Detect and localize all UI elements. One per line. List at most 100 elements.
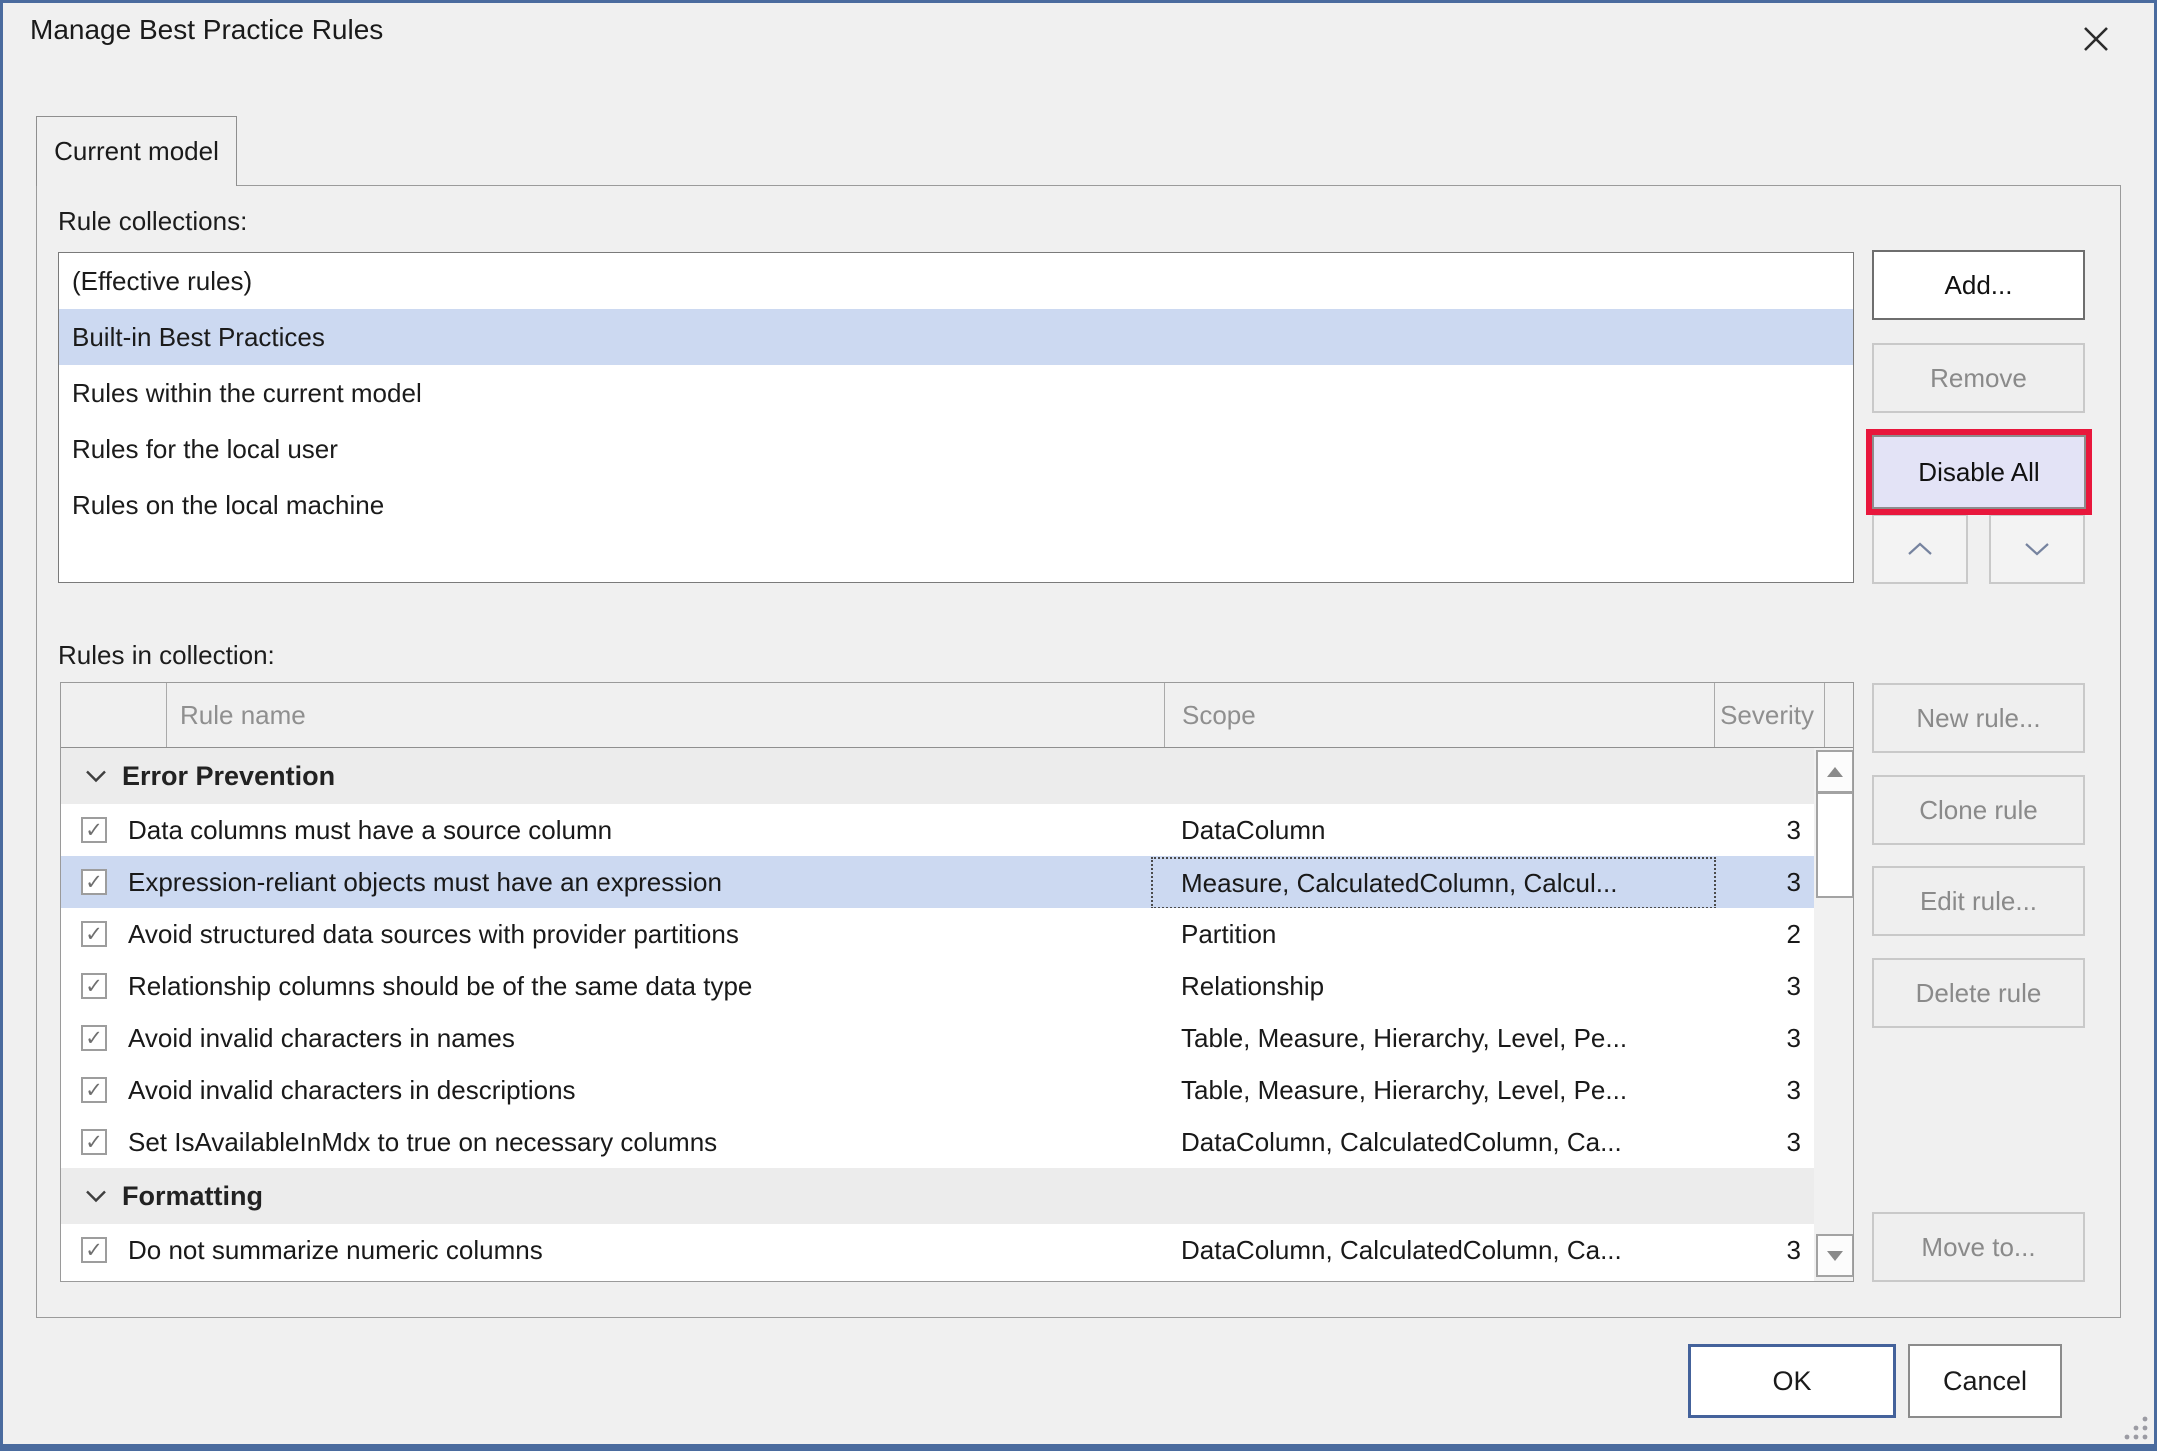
rules-table-body: Error Prevention ✓ Data columns must hav…: [61, 748, 1814, 1281]
rule-severity: 3: [1684, 1064, 1801, 1116]
collection-list-item-label: Rules within the current model: [72, 378, 422, 408]
rules-table: Rule name Scope Severity Error Preventio…: [60, 682, 1854, 1282]
checkmark-icon: ✓: [85, 1080, 103, 1101]
manage-best-practice-rules-dialog: Manage Best Practice Rules Current model…: [0, 0, 2157, 1451]
rule-scope: Measure, CalculatedColumn, Calcul...: [1151, 857, 1716, 909]
rule-row[interactable]: ✓ Avoid invalid characters in descriptio…: [61, 1064, 1814, 1116]
rule-name: Avoid invalid characters in names: [128, 1012, 515, 1064]
rule-group-title: Error Prevention: [122, 748, 335, 804]
rule-row[interactable]: ✓ Avoid invalid characters in names Tabl…: [61, 1012, 1814, 1064]
add-button[interactable]: Add...: [1872, 250, 2085, 320]
chevron-down-icon[interactable]: [85, 1189, 107, 1203]
edit-rule-button[interactable]: Edit rule...: [1872, 866, 2085, 936]
delete-rule-button[interactable]: Delete rule: [1872, 958, 2085, 1028]
rule-scope: DataColumn: [1151, 804, 1714, 856]
collection-list-item-label: Rules for the local user: [72, 434, 338, 464]
triangle-up-icon: [1826, 766, 1844, 778]
rule-group-row[interactable]: Error Prevention: [61, 748, 1814, 804]
rule-enabled-checkbox[interactable]: ✓: [81, 1237, 107, 1263]
resize-grip-icon[interactable]: [2122, 1414, 2150, 1442]
chevron-up-icon: [1906, 541, 1934, 557]
tab-label: Current model: [54, 136, 219, 167]
scrollbar-thumb[interactable]: [1816, 792, 1854, 898]
checkmark-icon: ✓: [85, 976, 103, 997]
rule-severity: 2: [1684, 908, 1801, 960]
checkmark-icon: ✓: [85, 872, 103, 893]
triangle-down-icon: [1826, 1250, 1844, 1262]
rule-enabled-checkbox[interactable]: ✓: [81, 817, 107, 843]
dialog-title: Manage Best Practice Rules: [30, 14, 383, 46]
collection-list-item[interactable]: (Effective rules): [59, 253, 1853, 309]
rule-group-title: Formatting: [122, 1168, 263, 1224]
close-button[interactable]: [2072, 16, 2120, 62]
collection-list-item-label: Rules on the local machine: [72, 490, 384, 520]
rule-name: Relationship columns should be of the sa…: [128, 960, 752, 1012]
collection-list-item-label: Built-in Best Practices: [72, 322, 325, 352]
rule-group-row[interactable]: Formatting: [61, 1168, 1814, 1224]
rules-table-header: Rule name Scope Severity: [61, 683, 1853, 748]
rule-enabled-checkbox[interactable]: ✓: [81, 869, 107, 895]
rule-scope: Relationship: [1151, 960, 1714, 1012]
collection-list-item-label: (Effective rules): [72, 266, 252, 296]
rule-name: Avoid structured data sources with provi…: [128, 908, 739, 960]
rule-row[interactable]: ✓ Avoid structured data sources with pro…: [61, 908, 1814, 960]
rule-severity: 3: [1684, 804, 1801, 856]
collection-list-item[interactable]: Rules for the local user: [59, 421, 1853, 477]
collection-list-item[interactable]: Built-in Best Practices: [59, 309, 1853, 365]
disable-all-button[interactable]: Disable All: [1872, 435, 2086, 509]
rule-enabled-checkbox[interactable]: ✓: [81, 1025, 107, 1051]
column-header-scope[interactable]: Scope: [1152, 683, 1715, 747]
scroll-down-button[interactable]: [1816, 1234, 1854, 1277]
chevron-down-icon[interactable]: [85, 769, 107, 783]
column-header-checkbox: [61, 683, 167, 747]
checkmark-icon: ✓: [85, 1028, 103, 1049]
rule-scope: DataColumn, CalculatedColumn, Ca...: [1151, 1116, 1714, 1168]
column-header-severity[interactable]: Severity: [1685, 683, 1825, 747]
checkmark-icon: ✓: [85, 1132, 103, 1153]
rule-severity: 3: [1684, 960, 1801, 1012]
rule-scope: DataColumn, CalculatedColumn, Ca...: [1151, 1224, 1714, 1276]
rule-scope: Table, Measure, Hierarchy, Level, Pe...: [1151, 1064, 1714, 1116]
checkmark-icon: ✓: [85, 1240, 103, 1261]
rule-name: Data columns must have a source column: [128, 804, 612, 856]
rule-severity: 3: [1684, 856, 1801, 908]
rule-row[interactable]: ✓ Data columns must have a source column…: [61, 804, 1814, 856]
rule-row[interactable]: ✓ Relationship columns should be of the …: [61, 960, 1814, 1012]
collections-listbox[interactable]: (Effective rules) Built-in Best Practice…: [58, 252, 1854, 583]
chevron-down-icon: [2023, 541, 2051, 557]
rule-scope: Partition: [1151, 908, 1714, 960]
rule-name: Avoid invalid characters in descriptions: [128, 1064, 576, 1116]
close-icon: [2080, 23, 2112, 55]
rule-row[interactable]: ✓ Do not summarize numeric columns DataC…: [61, 1224, 1814, 1276]
column-header-spacer: [1815, 683, 1853, 747]
collection-list-item[interactable]: Rules on the local machine: [59, 477, 1853, 533]
rule-severity: 3: [1684, 1012, 1801, 1064]
rule-name: Do not summarize numeric columns: [128, 1224, 543, 1276]
checkmark-icon: ✓: [85, 924, 103, 945]
cancel-button[interactable]: Cancel: [1908, 1344, 2062, 1418]
rule-scope: Table, Measure, Hierarchy, Level, Pe...: [1151, 1012, 1714, 1064]
ok-button[interactable]: OK: [1688, 1344, 1896, 1418]
rule-severity: 3: [1684, 1116, 1801, 1168]
clone-rule-button[interactable]: Clone rule: [1872, 775, 2085, 845]
move-collection-up-button[interactable]: [1872, 514, 1968, 584]
scroll-up-button[interactable]: [1816, 750, 1854, 793]
rule-severity: 3: [1684, 1224, 1801, 1276]
new-rule-button[interactable]: New rule...: [1872, 683, 2085, 753]
disable-all-highlight-annotation: Disable All: [1866, 429, 2092, 515]
rule-row[interactable]: ✓ Set IsAvailableInMdx to true on necess…: [61, 1116, 1814, 1168]
rule-enabled-checkbox[interactable]: ✓: [81, 1129, 107, 1155]
rule-row[interactable]: ✓ Expression-reliant objects must have a…: [61, 856, 1814, 908]
rules-scrollbar[interactable]: [1814, 748, 1853, 1281]
rule-enabled-checkbox[interactable]: ✓: [81, 921, 107, 947]
remove-button[interactable]: Remove: [1872, 343, 2085, 413]
rule-enabled-checkbox[interactable]: ✓: [81, 973, 107, 999]
column-header-rule-name[interactable]: Rule name: [167, 683, 1165, 747]
collection-list-item[interactable]: Rules within the current model: [59, 365, 1853, 421]
move-collection-down-button[interactable]: [1989, 514, 2085, 584]
rule-name: Set IsAvailableInMdx to true on necessar…: [128, 1116, 717, 1168]
rule-enabled-checkbox[interactable]: ✓: [81, 1077, 107, 1103]
tab-current-model[interactable]: Current model: [36, 116, 237, 186]
rule-name: Expression-reliant objects must have an …: [128, 856, 722, 908]
move-to-button[interactable]: Move to...: [1872, 1212, 2085, 1282]
